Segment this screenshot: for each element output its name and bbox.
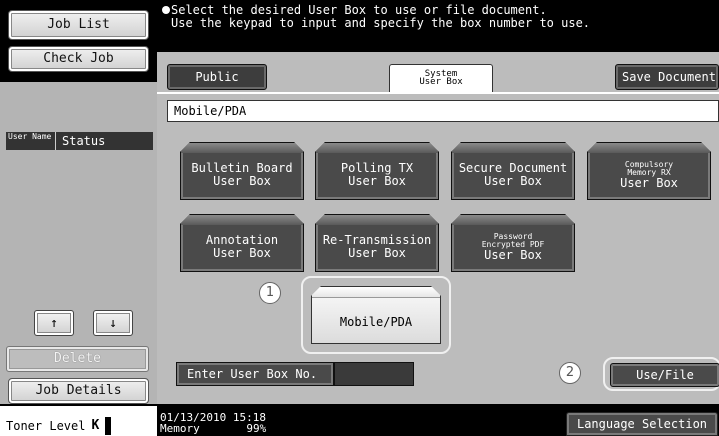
toner-label: Toner Level — [6, 418, 86, 433]
enter-user-box-no-button[interactable]: Enter User Box No. — [176, 362, 334, 386]
box-label-line2: User Box — [348, 174, 406, 188]
box-label-line2: User Box — [620, 175, 678, 190]
box-label-line2: User Box — [484, 247, 542, 262]
section-title: Mobile/PDA — [167, 100, 719, 122]
callout-1: 1 — [259, 282, 281, 304]
re-transmission-box-button[interactable]: Re-Transmission User Box — [315, 214, 439, 272]
main-panel: Public System User Box Save Document Mob… — [157, 52, 719, 404]
mobile-pda-highlight: Mobile/PDA — [301, 276, 451, 354]
secure-document-box-button[interactable]: Secure Document User Box — [451, 142, 575, 200]
instruction-message: Select the desired User Box to use or fi… — [160, 4, 715, 46]
pin-icon — [162, 6, 170, 14]
annotation-box-button[interactable]: Annotation User Box — [180, 214, 304, 272]
memory-value: 99% — [246, 422, 267, 435]
tab-system-user-box[interactable]: System User Box — [389, 64, 493, 92]
compulsory-memory-rx-box-button[interactable]: Compulsory Memory RX User Box — [587, 142, 711, 200]
toner-bar — [105, 416, 112, 435]
user-box-number-field[interactable] — [334, 362, 414, 386]
box-label-line2: User Box — [348, 246, 406, 260]
tab-save-document[interactable]: Save Document — [615, 64, 719, 90]
job-list-header: User Name Status — [6, 132, 153, 150]
check-job-button[interactable]: Check Job — [8, 46, 149, 72]
arrow-up-icon: ↑ — [50, 315, 58, 331]
tab-public[interactable]: Public — [167, 64, 267, 90]
polling-tx-box-button[interactable]: Polling TX User Box — [315, 142, 439, 200]
scroll-up-button[interactable]: ↑ — [34, 310, 74, 336]
message-line-2: Use the keypad to input and specify the … — [171, 16, 591, 30]
job-details-button[interactable]: Job Details — [8, 378, 149, 404]
callout-2: 2 — [559, 362, 581, 384]
arrow-down-icon: ↓ — [109, 315, 117, 331]
use-file-highlight: Use/File — [603, 357, 719, 391]
memory-label: Memory — [160, 422, 200, 435]
box-label-line2: User Box — [213, 246, 271, 260]
scroll-down-button[interactable]: ↓ — [93, 310, 133, 336]
box-label-line2: User Box — [484, 174, 542, 188]
tab-divider — [157, 92, 719, 94]
use-file-button[interactable]: Use/File — [610, 363, 719, 387]
tab-system-line2: User Box — [419, 77, 463, 87]
delete-button[interactable]: Delete — [6, 346, 149, 372]
toner-level: Toner Level K — [0, 404, 157, 436]
password-encrypted-pdf-box-button[interactable]: Password Encrypted PDF User Box — [451, 214, 575, 272]
box-label-line2: User Box — [213, 174, 271, 188]
mobile-pda-button[interactable]: Mobile/PDA — [311, 286, 441, 344]
status-footer: 01/13/2010 15:18 Memory 99% Language Sel… — [157, 404, 719, 436]
language-selection-button[interactable]: Language Selection — [566, 412, 718, 436]
left-panel: Job List Check Job User Name Status ↑ ↓ … — [0, 0, 157, 436]
bulletin-board-box-button[interactable]: Bulletin Board User Box — [180, 142, 304, 200]
job-list-button[interactable]: Job List — [8, 10, 149, 40]
message-line-1: Select the desired User Box to use or fi… — [171, 3, 547, 17]
col-status: Status — [62, 134, 106, 148]
col-user-name: User Name — [6, 132, 56, 150]
toner-color: K — [91, 418, 100, 433]
